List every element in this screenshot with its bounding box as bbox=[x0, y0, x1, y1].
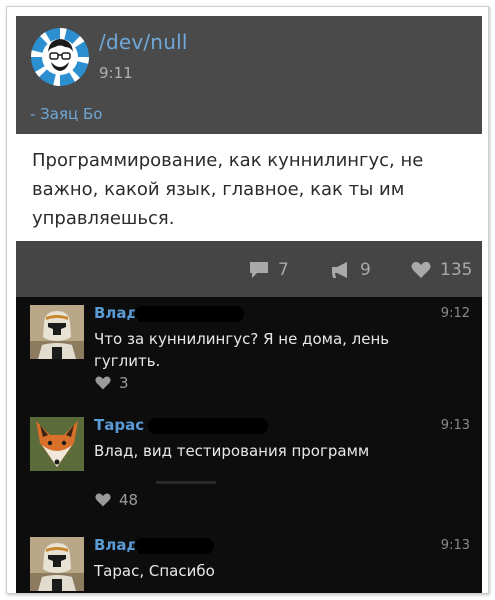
likes-count: 135 bbox=[440, 260, 473, 280]
clone-trooper-avatar-image bbox=[30, 537, 84, 591]
post-action-bar: 7 9 135 bbox=[16, 241, 482, 297]
fox-avatar-image bbox=[30, 417, 84, 471]
comment-like-button[interactable]: 3 bbox=[94, 374, 129, 392]
commenter-avatar[interactable] bbox=[30, 305, 84, 359]
comment-text: Влад, вид тестирования программ bbox=[94, 442, 370, 460]
commenter-name[interactable]: Тарас bbox=[94, 416, 144, 434]
commenter-name[interactable]: Влад bbox=[94, 536, 139, 554]
redaction-mark bbox=[134, 538, 214, 554]
like-button[interactable]: 135 bbox=[410, 260, 472, 280]
redaction-scribble bbox=[156, 481, 216, 484]
heart-icon bbox=[411, 261, 431, 278]
comment-item: Влад 9:12 Что за куннилингус? Я не дома,… bbox=[16, 297, 482, 407]
heart-icon bbox=[95, 493, 111, 507]
post-text: Программирование, как куннилингус, не ва… bbox=[16, 134, 482, 241]
redaction-mark bbox=[134, 306, 244, 322]
post-header: /dev/null 9:11 - Заяц Бо bbox=[16, 16, 482, 134]
comment-item: Влад 9:13 Тарас, Спасибо bbox=[16, 529, 482, 593]
clone-trooper-avatar-image bbox=[30, 305, 84, 359]
commenter-avatar[interactable] bbox=[30, 537, 84, 591]
comment-timestamp: 9:13 bbox=[440, 418, 470, 433]
post-timestamp: 9:11 bbox=[99, 64, 133, 82]
redaction-mark bbox=[148, 418, 268, 434]
comment-likes-count: 48 bbox=[119, 491, 139, 509]
comment-item: Тарас 9:13 Влад, вид тестирования програ… bbox=[16, 409, 482, 527]
commenter-avatar[interactable] bbox=[30, 417, 84, 471]
comments-section: Влад 9:12 Что за куннилингус? Я не дома,… bbox=[16, 297, 482, 593]
comment-likes-count: 3 bbox=[119, 374, 129, 392]
comments-count: 7 bbox=[278, 260, 289, 280]
comment-text: Тарас, Спасибо bbox=[94, 562, 215, 580]
channel-name[interactable]: /dev/null bbox=[99, 30, 188, 54]
megaphone-icon bbox=[332, 262, 347, 278]
comment-like-button[interactable]: 48 bbox=[94, 491, 138, 509]
comments-button[interactable]: 7 bbox=[248, 260, 289, 280]
channel-avatar-image bbox=[31, 28, 89, 86]
heart-icon bbox=[95, 376, 111, 390]
screenshot-frame: /dev/null 9:11 - Заяц Бо Программировани… bbox=[6, 6, 489, 594]
channel-avatar[interactable] bbox=[31, 28, 89, 86]
comment-text: Что за куннилингус? Я не дома, лень гугл… bbox=[94, 330, 390, 370]
comment-timestamp: 9:13 bbox=[440, 538, 470, 553]
comment-bubble-icon bbox=[250, 262, 268, 278]
comment-timestamp: 9:12 bbox=[440, 306, 470, 321]
reposts-count: 9 bbox=[360, 260, 371, 280]
commenter-name[interactable]: Влад bbox=[94, 304, 139, 322]
repost-button[interactable]: 9 bbox=[330, 260, 371, 280]
author-signature[interactable]: - Заяц Бо bbox=[30, 105, 102, 123]
